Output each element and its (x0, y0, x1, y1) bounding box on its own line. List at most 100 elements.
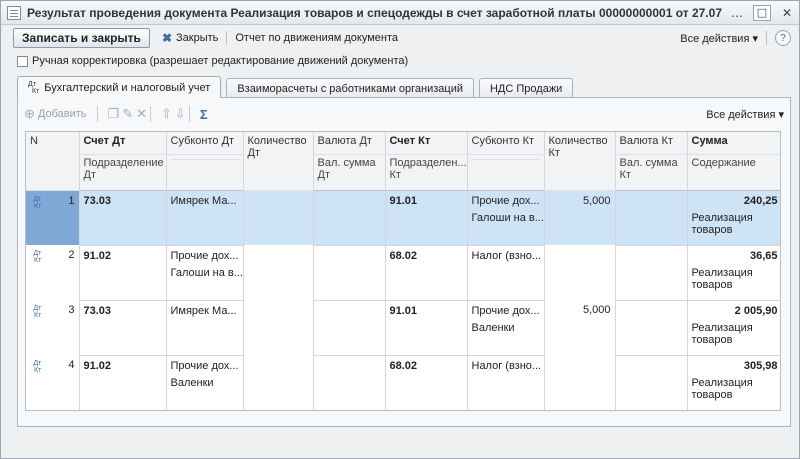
col-header-subconto-kt[interactable]: Субконто Кт (467, 132, 545, 155)
department-kt-cell[interactable] (385, 212, 468, 246)
subconto-kt-cell[interactable]: Налог (взно... (467, 355, 545, 377)
close-button[interactable]: ✖ Закрыть (162, 31, 218, 45)
tab-employee-settlements[interactable]: Взаиморасчеты с работниками организаций (226, 78, 474, 98)
table-row[interactable]: Дт Кт 4 91.02 Прочие дох... 68.02 Налог (… (26, 355, 780, 410)
col-header-currency-amount-kt[interactable]: Вал. сумма Кт (615, 154, 688, 191)
subconto-dt-cell-2[interactable] (166, 212, 244, 246)
currency-dt-cell[interactable] (313, 300, 386, 322)
qty-kt-cell[interactable]: 5,000 (544, 300, 616, 355)
subconto-dt-cell[interactable]: Имярек Ма... (166, 300, 244, 322)
subconto-kt-cell-2[interactable] (467, 267, 545, 301)
help-icon[interactable]: ? (775, 30, 791, 46)
subconto-kt-cell-2[interactable] (467, 377, 545, 410)
close-window-icon[interactable]: ✕ (779, 5, 795, 21)
grid-all-actions-menu[interactable]: Все действия ▾ (706, 108, 784, 121)
row-number-cell[interactable]: Дт Кт 1 (26, 190, 80, 245)
currency-amount-kt-cell[interactable] (615, 212, 688, 246)
qty-dt-cell[interactable] (243, 190, 314, 245)
currency-amount-kt-cell[interactable] (615, 322, 688, 356)
currency-kt-cell[interactable] (615, 300, 688, 322)
sum-cell[interactable]: 2 005,90 (687, 300, 780, 322)
table-row-detail[interactable]: Валенки Реализация товаров (26, 322, 780, 356)
currency-dt-cell[interactable] (313, 190, 386, 212)
currency-amount-dt-cell[interactable] (313, 267, 386, 301)
subconto-dt-cell-2[interactable]: Галоши на в... (166, 267, 244, 301)
table-row[interactable]: Дт Кт 1 73.03 Имярек Ма... 91.01 Прочие д… (26, 190, 780, 245)
col-header-sum[interactable]: Сумма (687, 132, 780, 155)
qty-kt-cell[interactable]: 5,000 (544, 190, 616, 245)
account-kt-cell[interactable]: 68.02 (385, 355, 468, 377)
table-row-detail[interactable]: Галоши на в... Реализация товаров (26, 212, 780, 246)
department-dt-cell[interactable] (79, 212, 167, 246)
move-down-icon[interactable]: ⇩ (175, 106, 186, 122)
currency-kt-cell[interactable] (615, 355, 688, 377)
account-dt-cell[interactable]: 73.03 (79, 300, 167, 322)
department-kt-cell[interactable] (385, 377, 468, 410)
qty-kt-cell[interactable] (544, 245, 616, 300)
delete-icon[interactable]: ✕ (136, 106, 147, 122)
col-header-qty-dt[interactable]: Количество Дт (243, 132, 314, 191)
subconto-kt-cell[interactable]: Прочие дох... (467, 190, 545, 212)
col-header-currency-amount-dt[interactable]: Вал. сумма Дт (313, 154, 386, 191)
sum-cell[interactable]: 36,65 (687, 245, 780, 267)
add-button[interactable]: ⊕ Добавить (24, 106, 87, 122)
manual-correction-row[interactable]: Ручная корректировка (разрешает редактир… (1, 51, 799, 71)
sum-cell[interactable]: 305,98 (687, 355, 780, 377)
subconto-dt-cell-2[interactable]: Валенки (166, 377, 244, 410)
col-header-currency-dt[interactable]: Валюта Дт (313, 132, 386, 155)
account-kt-cell[interactable]: 68.02 (385, 245, 468, 267)
qty-kt-cell[interactable] (544, 355, 616, 410)
currency-kt-cell[interactable] (615, 245, 688, 267)
row-number-cell[interactable]: Дт Кт 2 (26, 245, 80, 300)
subconto-dt-cell-2[interactable] (166, 322, 244, 356)
department-dt-cell[interactable] (79, 322, 167, 356)
tab-accounting[interactable]: Дт Кт Бухгалтерский и налоговый учет (17, 76, 222, 98)
department-kt-cell[interactable] (385, 322, 468, 356)
col-header-content[interactable]: Содержание (687, 154, 780, 191)
account-dt-cell[interactable]: 91.02 (79, 245, 167, 267)
table-row-detail[interactable]: Валенки Реализация товаров (26, 377, 780, 410)
department-dt-cell[interactable] (79, 267, 167, 301)
department-kt-cell[interactable] (385, 267, 468, 301)
currency-amount-dt-cell[interactable] (313, 377, 386, 410)
postings-grid[interactable]: N Счет Дт Субконто Дт Количество Дт Валю… (25, 131, 781, 411)
col-header-qty-kt[interactable]: Количество Кт (544, 132, 616, 191)
col-header-n[interactable]: N (26, 132, 80, 191)
table-row-detail[interactable]: Галоши на в... Реализация товаров (26, 267, 780, 301)
col-header-subconto-dt[interactable]: Субконто Дт (166, 132, 244, 155)
table-row[interactable]: Дт Кт 3 73.03 Имярек Ма... 91.01 Прочие д… (26, 300, 780, 355)
manual-correction-checkbox[interactable] (17, 55, 28, 67)
col-header-department-kt[interactable]: Подразделен... Кт (385, 154, 468, 191)
col-header-currency-kt[interactable]: Валюта Кт (615, 132, 688, 155)
currency-amount-dt-cell[interactable] (313, 212, 386, 246)
subconto-dt-cell[interactable]: Имярек Ма... (166, 190, 244, 212)
content-cell[interactable]: Реализация товаров (687, 267, 780, 301)
more-icon[interactable]: … (729, 5, 745, 21)
account-kt-cell[interactable]: 91.01 (385, 190, 468, 212)
table-row[interactable]: Дт Кт 2 91.02 Прочие дох... 68.02 Налог (… (26, 245, 780, 300)
currency-amount-dt-cell[interactable] (313, 322, 386, 356)
qty-dt-cell[interactable] (243, 300, 314, 355)
movement-report-button[interactable]: Отчет по движениям документа (235, 32, 398, 44)
subconto-kt-cell-2[interactable]: Валенки (467, 322, 545, 356)
col-header-account-kt[interactable]: Счет Кт (385, 132, 468, 155)
currency-amount-kt-cell[interactable] (615, 267, 688, 301)
content-cell[interactable]: Реализация товаров (687, 377, 780, 410)
edit-icon[interactable]: ✎ (122, 106, 133, 122)
currency-dt-cell[interactable] (313, 245, 386, 267)
currency-dt-cell[interactable] (313, 355, 386, 377)
col-header-account-dt[interactable]: Счет Дт (79, 132, 167, 155)
maximize-icon[interactable]: □ (753, 4, 771, 21)
content-cell[interactable]: Реализация товаров (687, 212, 780, 246)
currency-amount-kt-cell[interactable] (615, 377, 688, 410)
subconto-dt-cell[interactable]: Прочие дох... (166, 245, 244, 267)
account-dt-cell[interactable]: 91.02 (79, 355, 167, 377)
qty-dt-cell[interactable] (243, 245, 314, 300)
tab-vat-sales[interactable]: НДС Продажи (478, 78, 574, 98)
move-up-icon[interactable]: ⇧ (161, 106, 172, 122)
sum-cell[interactable]: 240,25 (687, 190, 780, 212)
currency-kt-cell[interactable] (615, 190, 688, 212)
department-dt-cell[interactable] (79, 377, 167, 410)
subconto-kt-cell-2[interactable]: Галоши на в... (467, 212, 545, 246)
all-actions-menu[interactable]: Все действия ▾ (680, 32, 758, 45)
